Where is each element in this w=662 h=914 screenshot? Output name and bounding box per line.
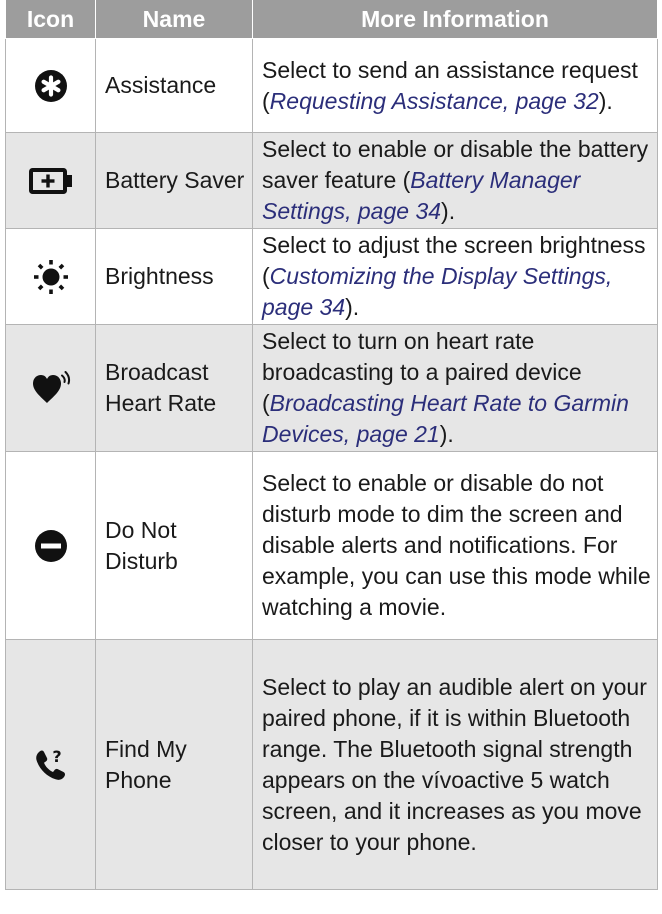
table-row: Assistance Select to send an assistance … [5, 38, 658, 133]
name-cell: Battery Saver [95, 132, 253, 229]
info-text: ). [598, 87, 613, 114]
svg-text:?: ? [52, 747, 61, 766]
brightness-icon [6, 259, 95, 295]
icon-cell [5, 451, 96, 640]
header-icon: Icon [5, 0, 96, 39]
name-cell: Broadcast Heart Rate [95, 324, 253, 452]
info-cell: Select to enable or disable the battery … [252, 132, 658, 229]
info-cell: Select to play an audible alert on your … [252, 639, 658, 890]
name-cell: Do Not Disturb [95, 451, 253, 640]
icon-cell: ? [5, 639, 96, 890]
header-name: Name [95, 0, 253, 39]
table-row: Broadcast Heart Rate Select to turn on h… [5, 324, 658, 452]
table-row: Battery Saver Select to enable or disabl… [5, 132, 658, 229]
info-cell: Select to enable or disable do not distu… [252, 451, 658, 640]
name-cell: Find My Phone [95, 639, 253, 890]
name-cell: Assistance [95, 38, 253, 133]
do-not-disturb-icon [6, 529, 95, 563]
info-cell: Select to send an assistance request (Re… [252, 38, 658, 133]
icon-cell [5, 228, 96, 325]
table-row: Do Not Disturb Select to enable or disab… [5, 451, 658, 640]
reference-link[interactable]: Requesting Assistance, page 32 [270, 88, 599, 114]
info-cell: Select to adjust the screen brightness (… [252, 228, 658, 325]
header-more-information: More Information [252, 0, 658, 39]
reference-link[interactable]: Customizing the Display Settings, page 3… [262, 263, 612, 320]
info-cell: Select to turn on heart rate broadcastin… [252, 324, 658, 452]
battery-saver-icon [6, 167, 95, 194]
info-text: ). [439, 421, 454, 447]
icon-cell [5, 132, 96, 229]
icon-cell [5, 324, 96, 452]
table-row: ? Find My Phone Select to play an audibl… [5, 639, 658, 890]
table-row: Brightness Select to adjust the screen b… [5, 228, 658, 325]
table-header-row: Icon Name More Information [5, 0, 658, 39]
broadcast-heart-rate-icon [6, 371, 95, 405]
find-my-phone-icon: ? [6, 747, 95, 783]
icon-cell [5, 38, 96, 133]
controls-table: Icon Name More Information Assistance Se… [5, 0, 658, 890]
assistance-icon [6, 69, 95, 103]
name-cell: Brightness [95, 228, 253, 325]
info-text: ). [441, 198, 456, 224]
info-text: ). [345, 294, 360, 320]
